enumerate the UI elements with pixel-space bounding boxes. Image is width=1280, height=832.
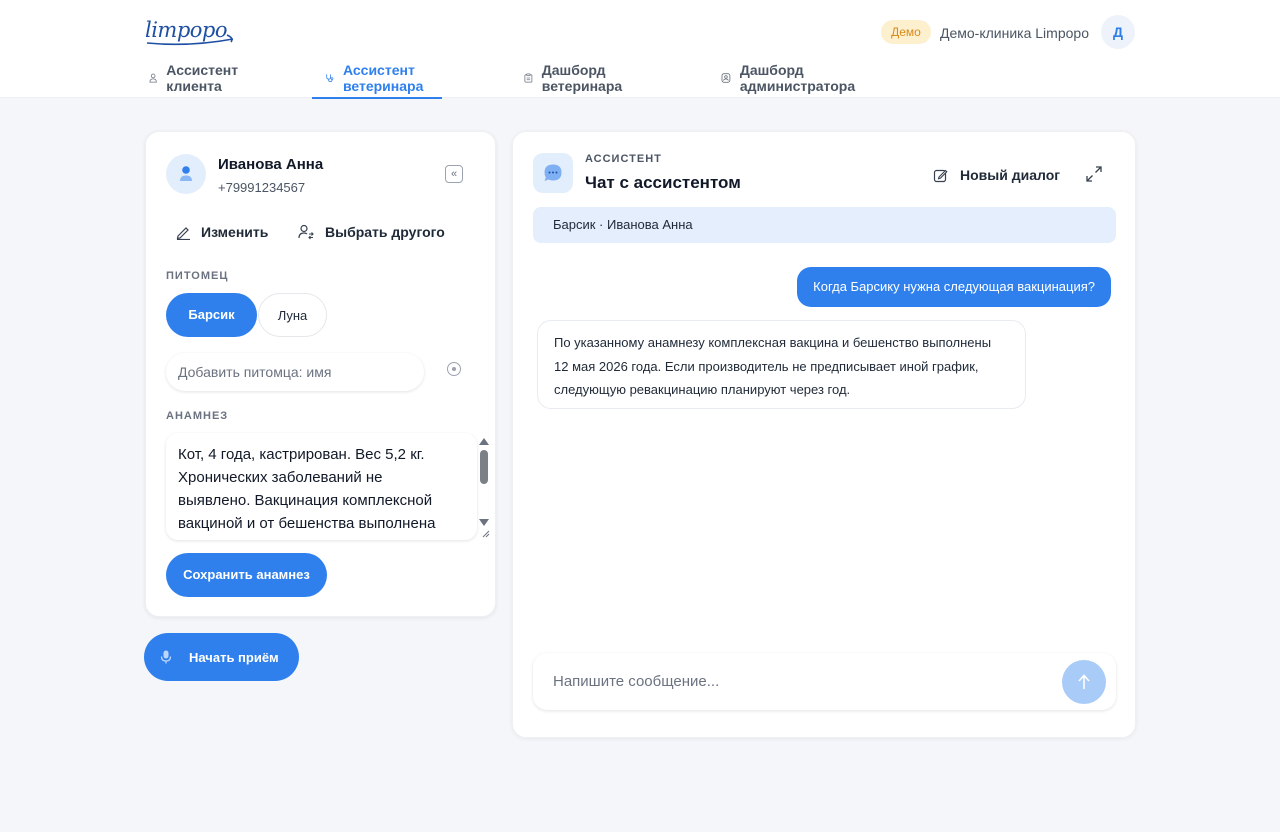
pencil-icon xyxy=(176,226,190,240)
client-phone: +79991234567 xyxy=(218,180,306,195)
clinic-name: Демо-клиника Limpopo xyxy=(940,25,1089,41)
double-chevron-left-icon: « xyxy=(450,168,458,180)
arrow-up-icon xyxy=(1078,674,1090,689)
anamnesis-scrollbar[interactable] xyxy=(479,438,489,536)
top-header: limpopo Демо Демо-клиника Limpopo Д Асси… xyxy=(0,0,1280,99)
anamnesis-textarea[interactable]: Кот, 4 года, кастрирован. Вес 5,2 кг. Хр… xyxy=(166,433,477,540)
user-avatar[interactable]: Д xyxy=(1101,15,1135,49)
client-panel: Иванова Анна +79991234567 « Изменить Выб… xyxy=(145,131,496,617)
start-visit-button[interactable]: Начать приём xyxy=(144,633,299,681)
anamnesis-section-label: АНАМНЕЗ xyxy=(166,410,229,422)
tab-label: Дашборд администратора xyxy=(739,62,856,94)
chat-title: Чат с ассистентом xyxy=(585,173,741,192)
edit-client-button[interactable]: Изменить xyxy=(176,221,268,243)
collapse-panel-button[interactable]: « xyxy=(445,165,463,183)
tab-label: Ассистент клиента xyxy=(166,62,239,94)
message-input[interactable] xyxy=(533,653,1053,710)
microphone-icon xyxy=(160,650,172,664)
tab-label: Ассистент ветеринара xyxy=(342,62,424,94)
scroll-down-arrow-icon[interactable] xyxy=(479,519,489,526)
edit-client-label: Изменить xyxy=(201,224,269,240)
start-visit-label: Начать приём xyxy=(189,649,279,665)
pet-section-label: ПИТОМЕЦ xyxy=(166,270,229,282)
edit-square-icon xyxy=(933,169,948,182)
add-pet-button[interactable] xyxy=(447,362,461,376)
tab-admin-dashboard[interactable]: Дашборд администратора xyxy=(721,58,860,98)
choose-other-client-label: Выбрать другого xyxy=(325,224,445,240)
pet-chip-luna[interactable]: Луна xyxy=(258,293,327,337)
client-avatar-icon xyxy=(180,166,192,181)
admin-badge-icon xyxy=(721,73,731,83)
client-avatar xyxy=(166,154,206,194)
scroll-up-arrow-icon[interactable] xyxy=(479,438,489,445)
tab-label: Дашборд ветеринара xyxy=(541,62,623,94)
resize-grip-icon[interactable] xyxy=(480,528,490,538)
pet-chip-barsik[interactable]: Барсик xyxy=(166,293,257,337)
send-button[interactable] xyxy=(1062,660,1106,704)
tab-client-assistant[interactable]: Ассистент клиента xyxy=(149,58,244,98)
chat-bubble-icon xyxy=(544,164,562,181)
limpopo-logo[interactable]: limpopo xyxy=(145,14,237,46)
chat-kicker: АССИСТЕНТ xyxy=(585,153,662,165)
save-anamnesis-button[interactable]: Сохранить анамнез xyxy=(166,553,327,597)
choose-other-client-button[interactable]: Выбрать другого xyxy=(298,221,445,243)
logo-text: limpopo xyxy=(145,18,228,42)
person-icon xyxy=(149,73,157,83)
add-pet-input[interactable] xyxy=(166,353,424,391)
switch-user-icon xyxy=(298,224,314,240)
client-name: Иванова Анна xyxy=(218,156,324,173)
assistant-message: По указанному анамнезу комплексная вакци… xyxy=(537,320,1026,409)
scroll-thumb[interactable] xyxy=(480,450,488,484)
message-composer xyxy=(533,653,1116,710)
expand-icon[interactable] xyxy=(1085,165,1103,183)
clipboard-icon xyxy=(524,73,533,83)
tab-vet-dashboard[interactable]: Дашборд ветеринара xyxy=(524,58,628,98)
new-dialog-button[interactable]: Новый диалог xyxy=(933,164,1060,186)
demo-badge: Демо xyxy=(881,20,931,44)
new-dialog-label: Новый диалог xyxy=(960,167,1061,183)
chat-panel: АССИСТЕНТ Чат с ассистентом Новый диалог… xyxy=(512,131,1136,738)
tab-vet-assistant[interactable]: Ассистент ветеринара xyxy=(312,58,443,99)
stethoscope-icon xyxy=(326,74,334,83)
user-message: Когда Барсику нужна следующая вакцинация… xyxy=(797,267,1111,307)
chat-context-bar: Барсик · Иванова Анна xyxy=(533,207,1116,243)
chat-avatar xyxy=(533,153,573,193)
